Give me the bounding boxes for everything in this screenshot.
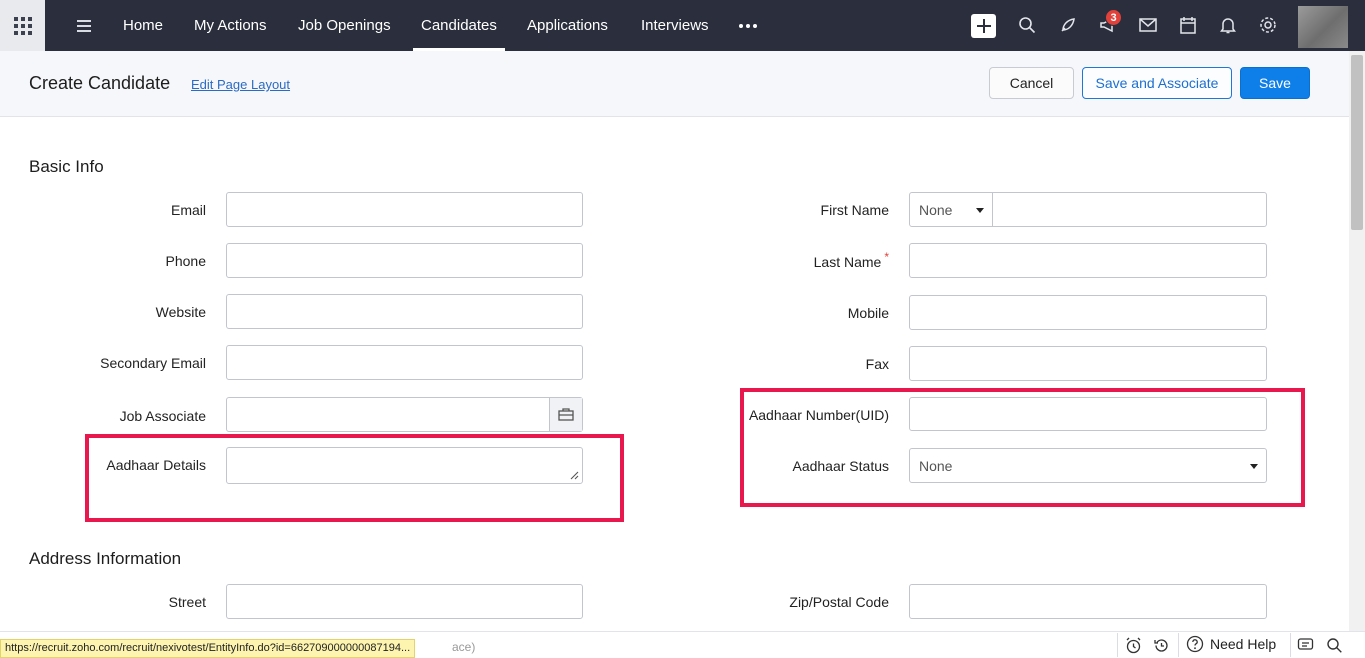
- nav-candidates[interactable]: Candidates: [413, 0, 505, 51]
- lookup-icon[interactable]: [549, 398, 582, 431]
- footer-divider: [1290, 633, 1291, 657]
- zip-code-label: Zip/Postal Code: [789, 594, 889, 610]
- street-label: Street: [168, 594, 206, 610]
- highlight-box-aadhaar-fields: [740, 388, 1305, 507]
- job-associate-field[interactable]: [226, 397, 583, 432]
- mobile-label: Mobile: [847, 305, 889, 321]
- first-name-field[interactable]: [992, 192, 1267, 227]
- notification-badge: 3: [1105, 9, 1122, 26]
- email-label: Email: [170, 202, 206, 218]
- edit-page-layout-link[interactable]: Edit Page Layout: [191, 77, 290, 92]
- cancel-button[interactable]: Cancel: [989, 67, 1074, 99]
- zip-code-field[interactable]: [909, 584, 1267, 619]
- mail-icon[interactable]: [1137, 14, 1159, 36]
- footer-divider: [1117, 633, 1118, 657]
- apps-grid-icon[interactable]: [0, 0, 45, 51]
- first-name-label: First Name: [820, 202, 889, 218]
- search-icon[interactable]: [1016, 14, 1038, 36]
- nav-my-actions[interactable]: My Actions: [194, 0, 267, 51]
- required-mark: *: [884, 250, 889, 264]
- search-icon[interactable]: [1324, 635, 1344, 655]
- obscured-text: ace): [452, 640, 476, 654]
- secondary-email-field[interactable]: [226, 345, 583, 380]
- need-help-button[interactable]: Need Help: [1186, 635, 1276, 653]
- salutation-value: None: [919, 202, 953, 218]
- fax-label: Fax: [865, 356, 889, 372]
- history-icon[interactable]: [1151, 635, 1171, 655]
- chat-icon[interactable]: [1295, 635, 1315, 655]
- top-navigation-bar: Home My Actions Job Openings Candidates …: [0, 0, 1365, 51]
- section-title-address-information: Address Information: [29, 549, 182, 568]
- avatar[interactable]: [1298, 6, 1348, 48]
- website-field[interactable]: [226, 294, 583, 329]
- page-header: Create Candidate Edit Page Layout Cancel…: [0, 51, 1349, 117]
- footer-divider: [1178, 633, 1179, 657]
- save-button[interactable]: Save: [1240, 67, 1310, 99]
- calendar-icon[interactable]: [1177, 14, 1199, 36]
- need-help-label: Need Help: [1210, 636, 1277, 652]
- mobile-field[interactable]: [909, 295, 1267, 330]
- status-url-tooltip: https://recruit.zoho.com/recruit/nexivot…: [0, 639, 416, 658]
- plus-icon[interactable]: [971, 14, 996, 38]
- nav-job-openings[interactable]: Job Openings: [298, 0, 391, 51]
- nav-home[interactable]: Home: [123, 0, 163, 51]
- last-name-label-text: Last Name: [813, 254, 882, 270]
- scrollbar-thumb[interactable]: [1351, 55, 1363, 230]
- hamburger-icon[interactable]: [77, 20, 91, 32]
- gear-icon[interactable]: [1257, 14, 1279, 36]
- phone-label: Phone: [165, 253, 206, 269]
- alarm-clock-icon[interactable]: [1123, 635, 1143, 655]
- chevron-down-icon: [976, 208, 984, 213]
- website-label: Website: [155, 304, 206, 320]
- help-circle-icon: [1186, 635, 1204, 653]
- more-icon[interactable]: [739, 24, 757, 28]
- job-associate-label: Job Associate: [119, 408, 206, 424]
- nav-interviews[interactable]: Interviews: [641, 0, 709, 51]
- email-field[interactable]: [226, 192, 583, 227]
- save-and-associate-button[interactable]: Save and Associate: [1082, 67, 1232, 99]
- page-title: Create Candidate: [29, 73, 171, 93]
- nav-applications[interactable]: Applications: [527, 0, 608, 51]
- last-name-field[interactable]: [909, 243, 1267, 278]
- secondary-email-label: Secondary Email: [100, 355, 206, 371]
- bell-icon[interactable]: [1217, 14, 1239, 36]
- section-title-basic-info: Basic Info: [29, 157, 104, 176]
- last-name-label: Last Name *: [813, 250, 889, 270]
- phone-field[interactable]: [226, 243, 583, 278]
- rocket-icon[interactable]: [1057, 14, 1079, 36]
- fax-field[interactable]: [909, 346, 1267, 381]
- highlight-box-aadhaar-details: [85, 434, 624, 522]
- street-field[interactable]: [226, 584, 583, 619]
- salutation-select[interactable]: None: [909, 192, 993, 227]
